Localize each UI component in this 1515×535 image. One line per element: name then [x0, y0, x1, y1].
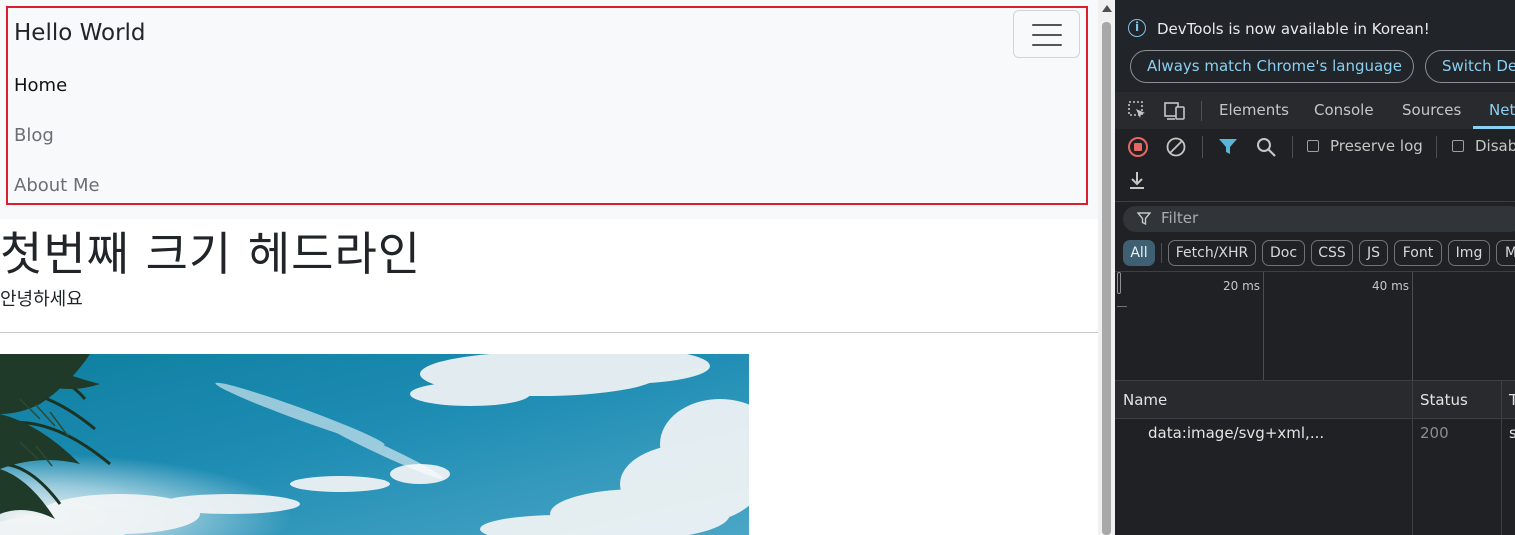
greeting-text: 안녕하세요 — [0, 289, 83, 310]
search-icon[interactable] — [1255, 136, 1277, 158]
tab-network[interactable]: Net — [1489, 101, 1515, 119]
type-filter-doc[interactable]: Doc — [1262, 240, 1305, 266]
preserve-log-label: Preserve log — [1330, 137, 1423, 155]
scroll-up-arrow-icon[interactable] — [1102, 5, 1112, 12]
network-toolbar: Preserve log Disab — [1115, 129, 1515, 202]
import-har-icon[interactable] — [1127, 170, 1147, 192]
type-filter-js[interactable]: JS — [1359, 240, 1388, 266]
filter-funnel-icon[interactable] — [1217, 137, 1239, 157]
requests-table-header: Name Status T — [1115, 380, 1515, 419]
switch-devtools-language-button[interactable]: Switch De — [1425, 50, 1515, 83]
language-infobar: i DevTools is now available in Korean! A… — [1115, 0, 1515, 92]
device-toolbar-icon[interactable] — [1163, 100, 1187, 122]
tab-console[interactable]: Console — [1314, 101, 1374, 119]
element-highlight-outline — [6, 6, 1088, 205]
toolbar-divider — [1292, 136, 1293, 158]
scrollbar-thumb[interactable] — [1102, 22, 1111, 535]
disable-cache-checkbox[interactable] — [1452, 140, 1464, 152]
toolbar-divider — [1201, 101, 1202, 121]
toolbar-divider — [1436, 136, 1437, 158]
always-match-language-button[interactable]: Always match Chrome's language — [1130, 50, 1414, 83]
filter-icon — [1137, 212, 1151, 226]
type-filter-css[interactable]: CSS — [1311, 240, 1353, 266]
page-headline: 첫번째 크기 헤드라인 — [0, 227, 422, 281]
column-header-type[interactable]: T — [1509, 391, 1515, 409]
page-scrollbar[interactable] — [1098, 0, 1115, 535]
devtools-tab-bar: Elements Console Sources Net — [1115, 92, 1515, 130]
disable-cache-label: Disab — [1475, 137, 1515, 155]
column-header-status[interactable]: Status — [1420, 391, 1468, 409]
timeline-gridline — [1412, 272, 1413, 381]
timeline-handle[interactable] — [1117, 272, 1121, 294]
filter-placeholder: Filter — [1161, 209, 1199, 227]
timeline-marker — [1117, 306, 1127, 307]
timeline-tick-label: 20 ms — [1223, 279, 1261, 293]
preserve-log-checkbox[interactable] — [1307, 140, 1319, 152]
page-viewport: Hello World Home Blog About Me 첫번째 크기 헤드… — [0, 0, 1098, 535]
tab-elements[interactable]: Elements — [1219, 101, 1289, 119]
infobar-message: DevTools is now available in Korean! — [1157, 20, 1430, 38]
info-icon: i — [1128, 19, 1146, 37]
column-divider — [1412, 380, 1413, 535]
request-name-cell[interactable]: data:image/svg+xml,... — [1148, 424, 1324, 442]
type-filter-media[interactable]: M — [1496, 240, 1515, 266]
timeline-gridline — [1263, 272, 1264, 381]
toolbar-divider — [1202, 136, 1203, 158]
filter-divider — [1161, 243, 1162, 263]
column-header-name[interactable]: Name — [1123, 391, 1167, 409]
type-filter-font[interactable]: Font — [1394, 240, 1442, 266]
type-filter-fetch-xhr[interactable]: Fetch/XHR — [1168, 240, 1256, 266]
divider — [0, 332, 1098, 333]
filter-input[interactable]: Filter — [1123, 206, 1515, 232]
type-filter-all[interactable]: All — [1123, 240, 1155, 266]
navbar: Hello World Home Blog About Me — [0, 0, 1098, 219]
record-stop-icon[interactable] — [1127, 136, 1149, 158]
inspect-element-icon[interactable] — [1127, 100, 1149, 122]
hero-image — [0, 354, 749, 535]
devtools-panel: i DevTools is now available in Korean! A… — [1115, 0, 1515, 535]
type-filter-img[interactable]: Img — [1448, 240, 1490, 266]
clear-icon[interactable] — [1165, 136, 1187, 158]
tab-sources[interactable]: Sources — [1402, 101, 1461, 119]
network-timeline-overview[interactable]: 20 ms 40 ms — [1115, 271, 1515, 381]
request-type-cell: s — [1509, 424, 1515, 442]
column-divider — [1501, 380, 1502, 535]
request-status-cell: 200 — [1420, 424, 1449, 442]
timeline-tick-label: 40 ms — [1372, 279, 1410, 293]
